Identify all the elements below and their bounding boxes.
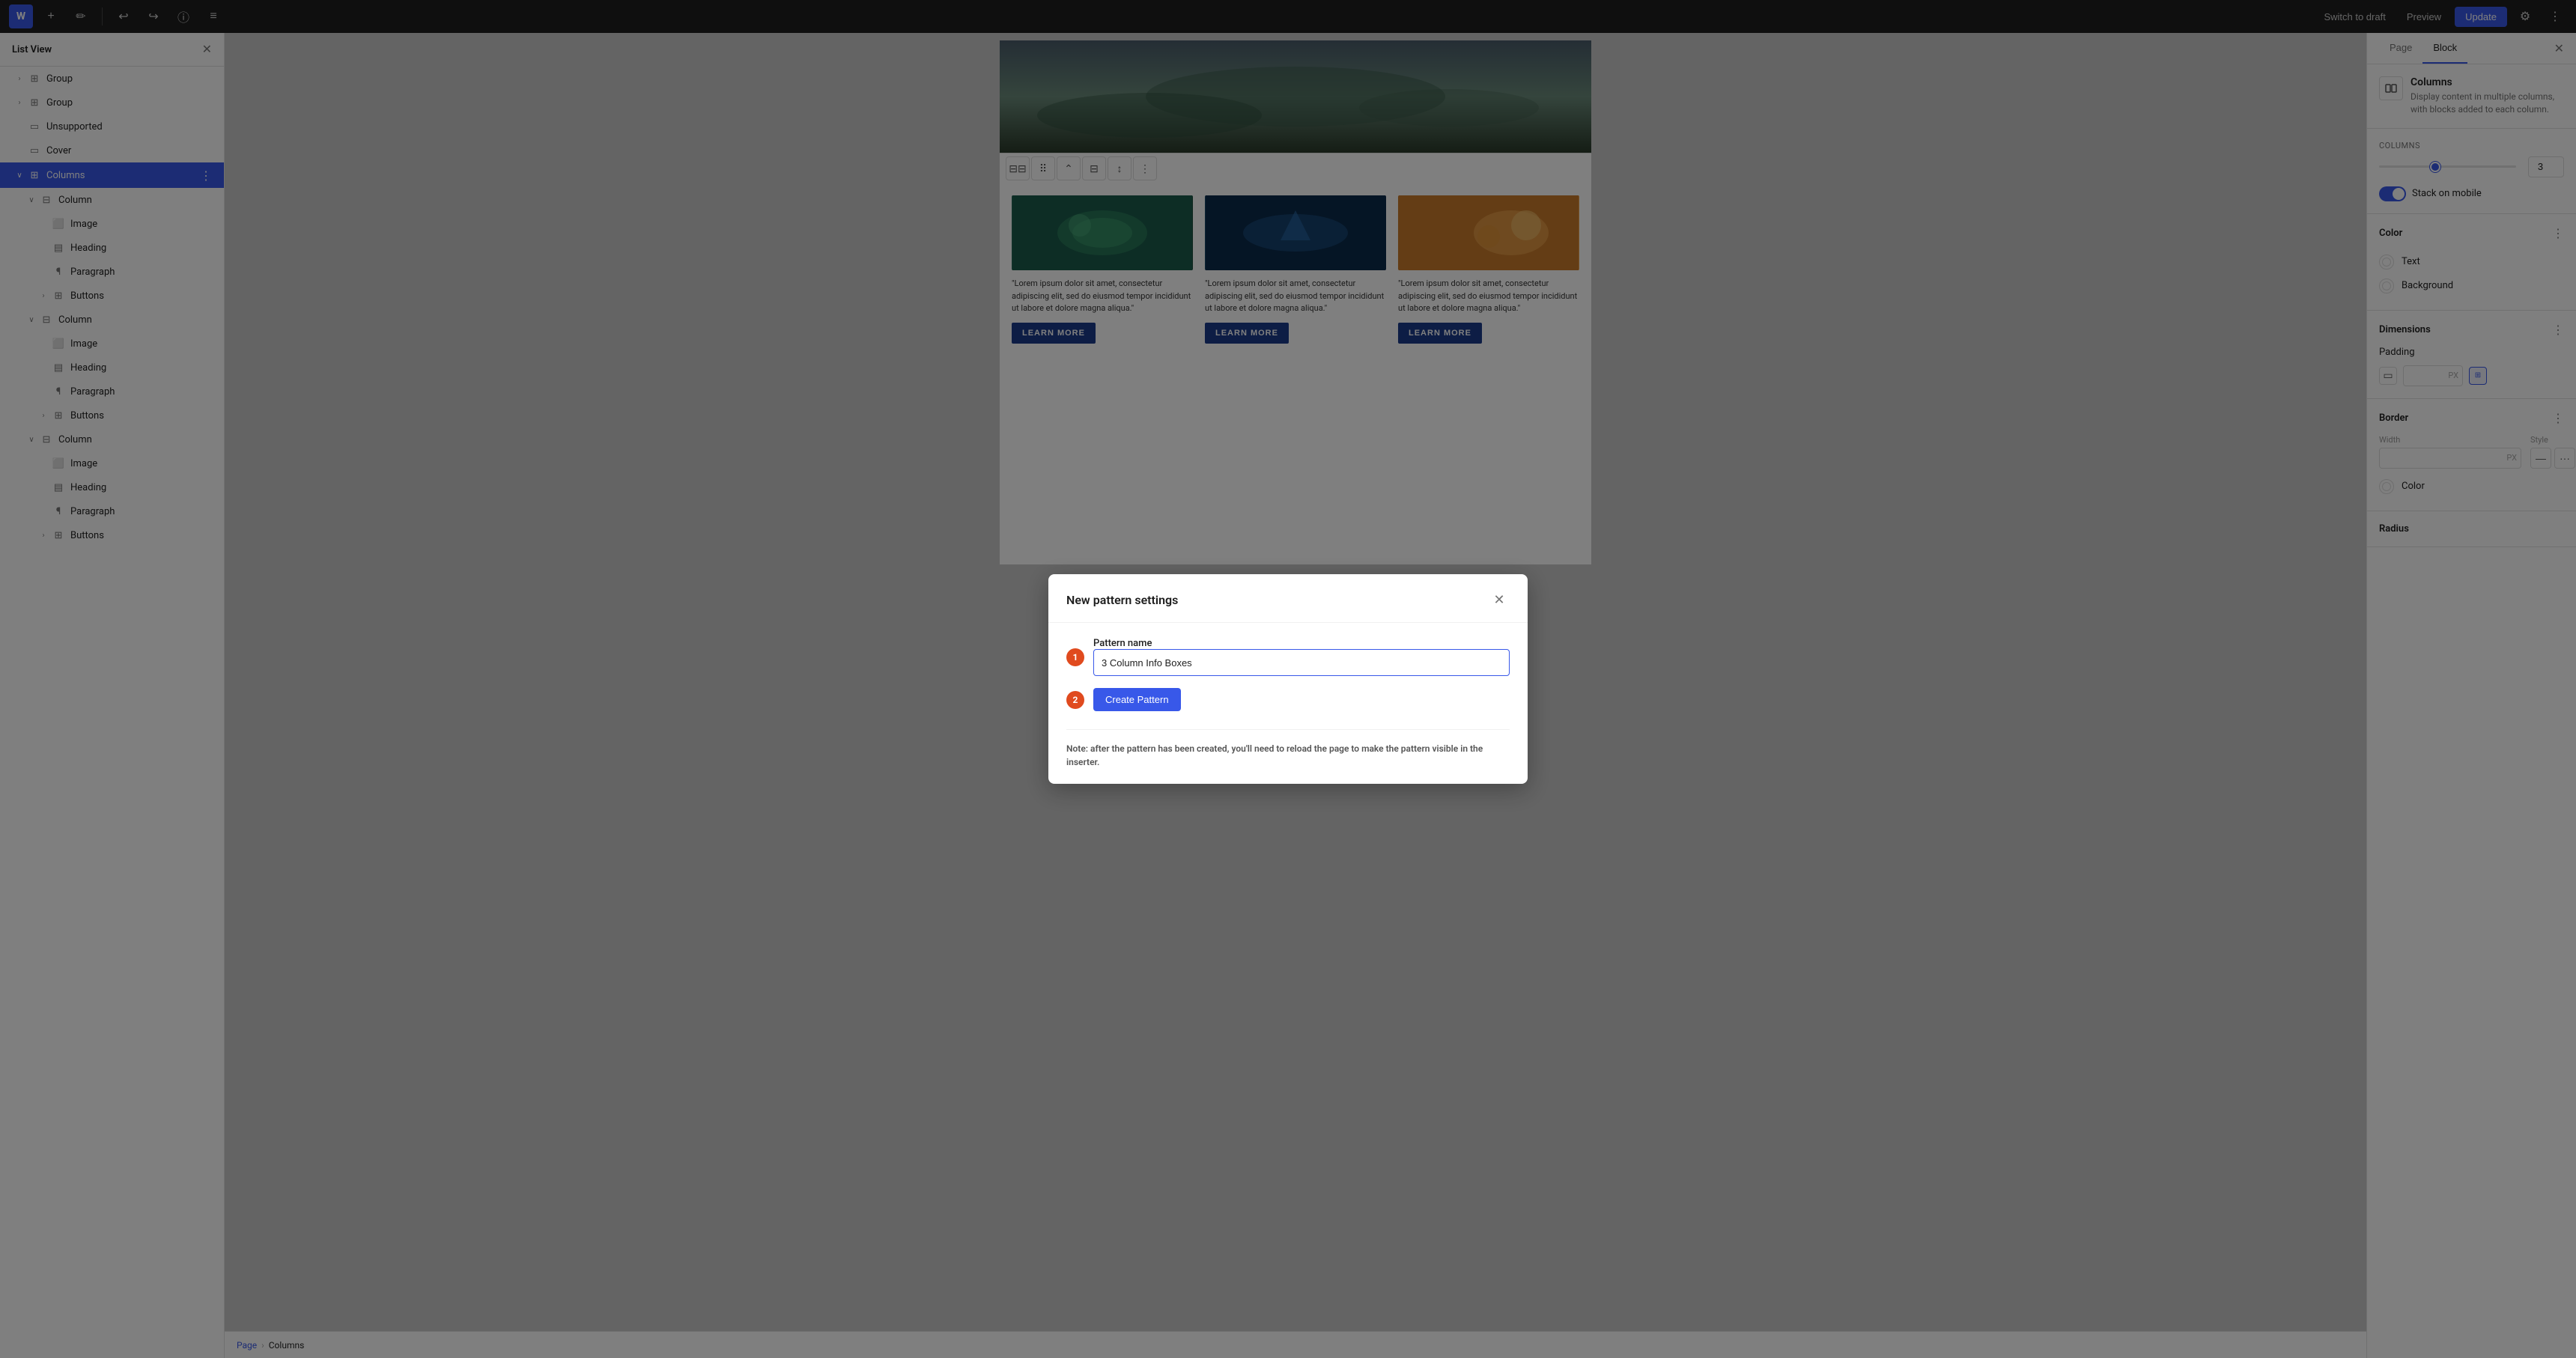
step-1-badge: 1 (1066, 648, 1084, 666)
pattern-name-input[interactable] (1093, 649, 1510, 676)
pattern-name-label: Pattern name (1093, 638, 1152, 649)
modal-close-button[interactable]: ✕ (1489, 589, 1510, 610)
modal-actions: 2 Create Pattern (1066, 688, 1510, 711)
new-pattern-modal: New pattern settings ✕ 1 Pattern name 2 … (1048, 574, 1528, 784)
pattern-name-field-group: 1 Pattern name (1066, 638, 1510, 676)
modal-body: 1 Pattern name 2 Create Pattern Note: af… (1048, 623, 1528, 784)
modal-note: Note: after the pattern has been created… (1066, 729, 1510, 769)
step-2-badge: 2 (1066, 691, 1084, 709)
modal-field-wrap: 1 Pattern name (1066, 638, 1510, 676)
modal-note-bold: Note: after the pattern has been created… (1066, 743, 1483, 767)
modal-header: New pattern settings ✕ (1048, 574, 1528, 623)
modal-title: New pattern settings (1066, 593, 1178, 607)
create-pattern-button[interactable]: Create Pattern (1093, 688, 1181, 711)
modal-overlay: New pattern settings ✕ 1 Pattern name 2 … (0, 0, 2576, 1358)
